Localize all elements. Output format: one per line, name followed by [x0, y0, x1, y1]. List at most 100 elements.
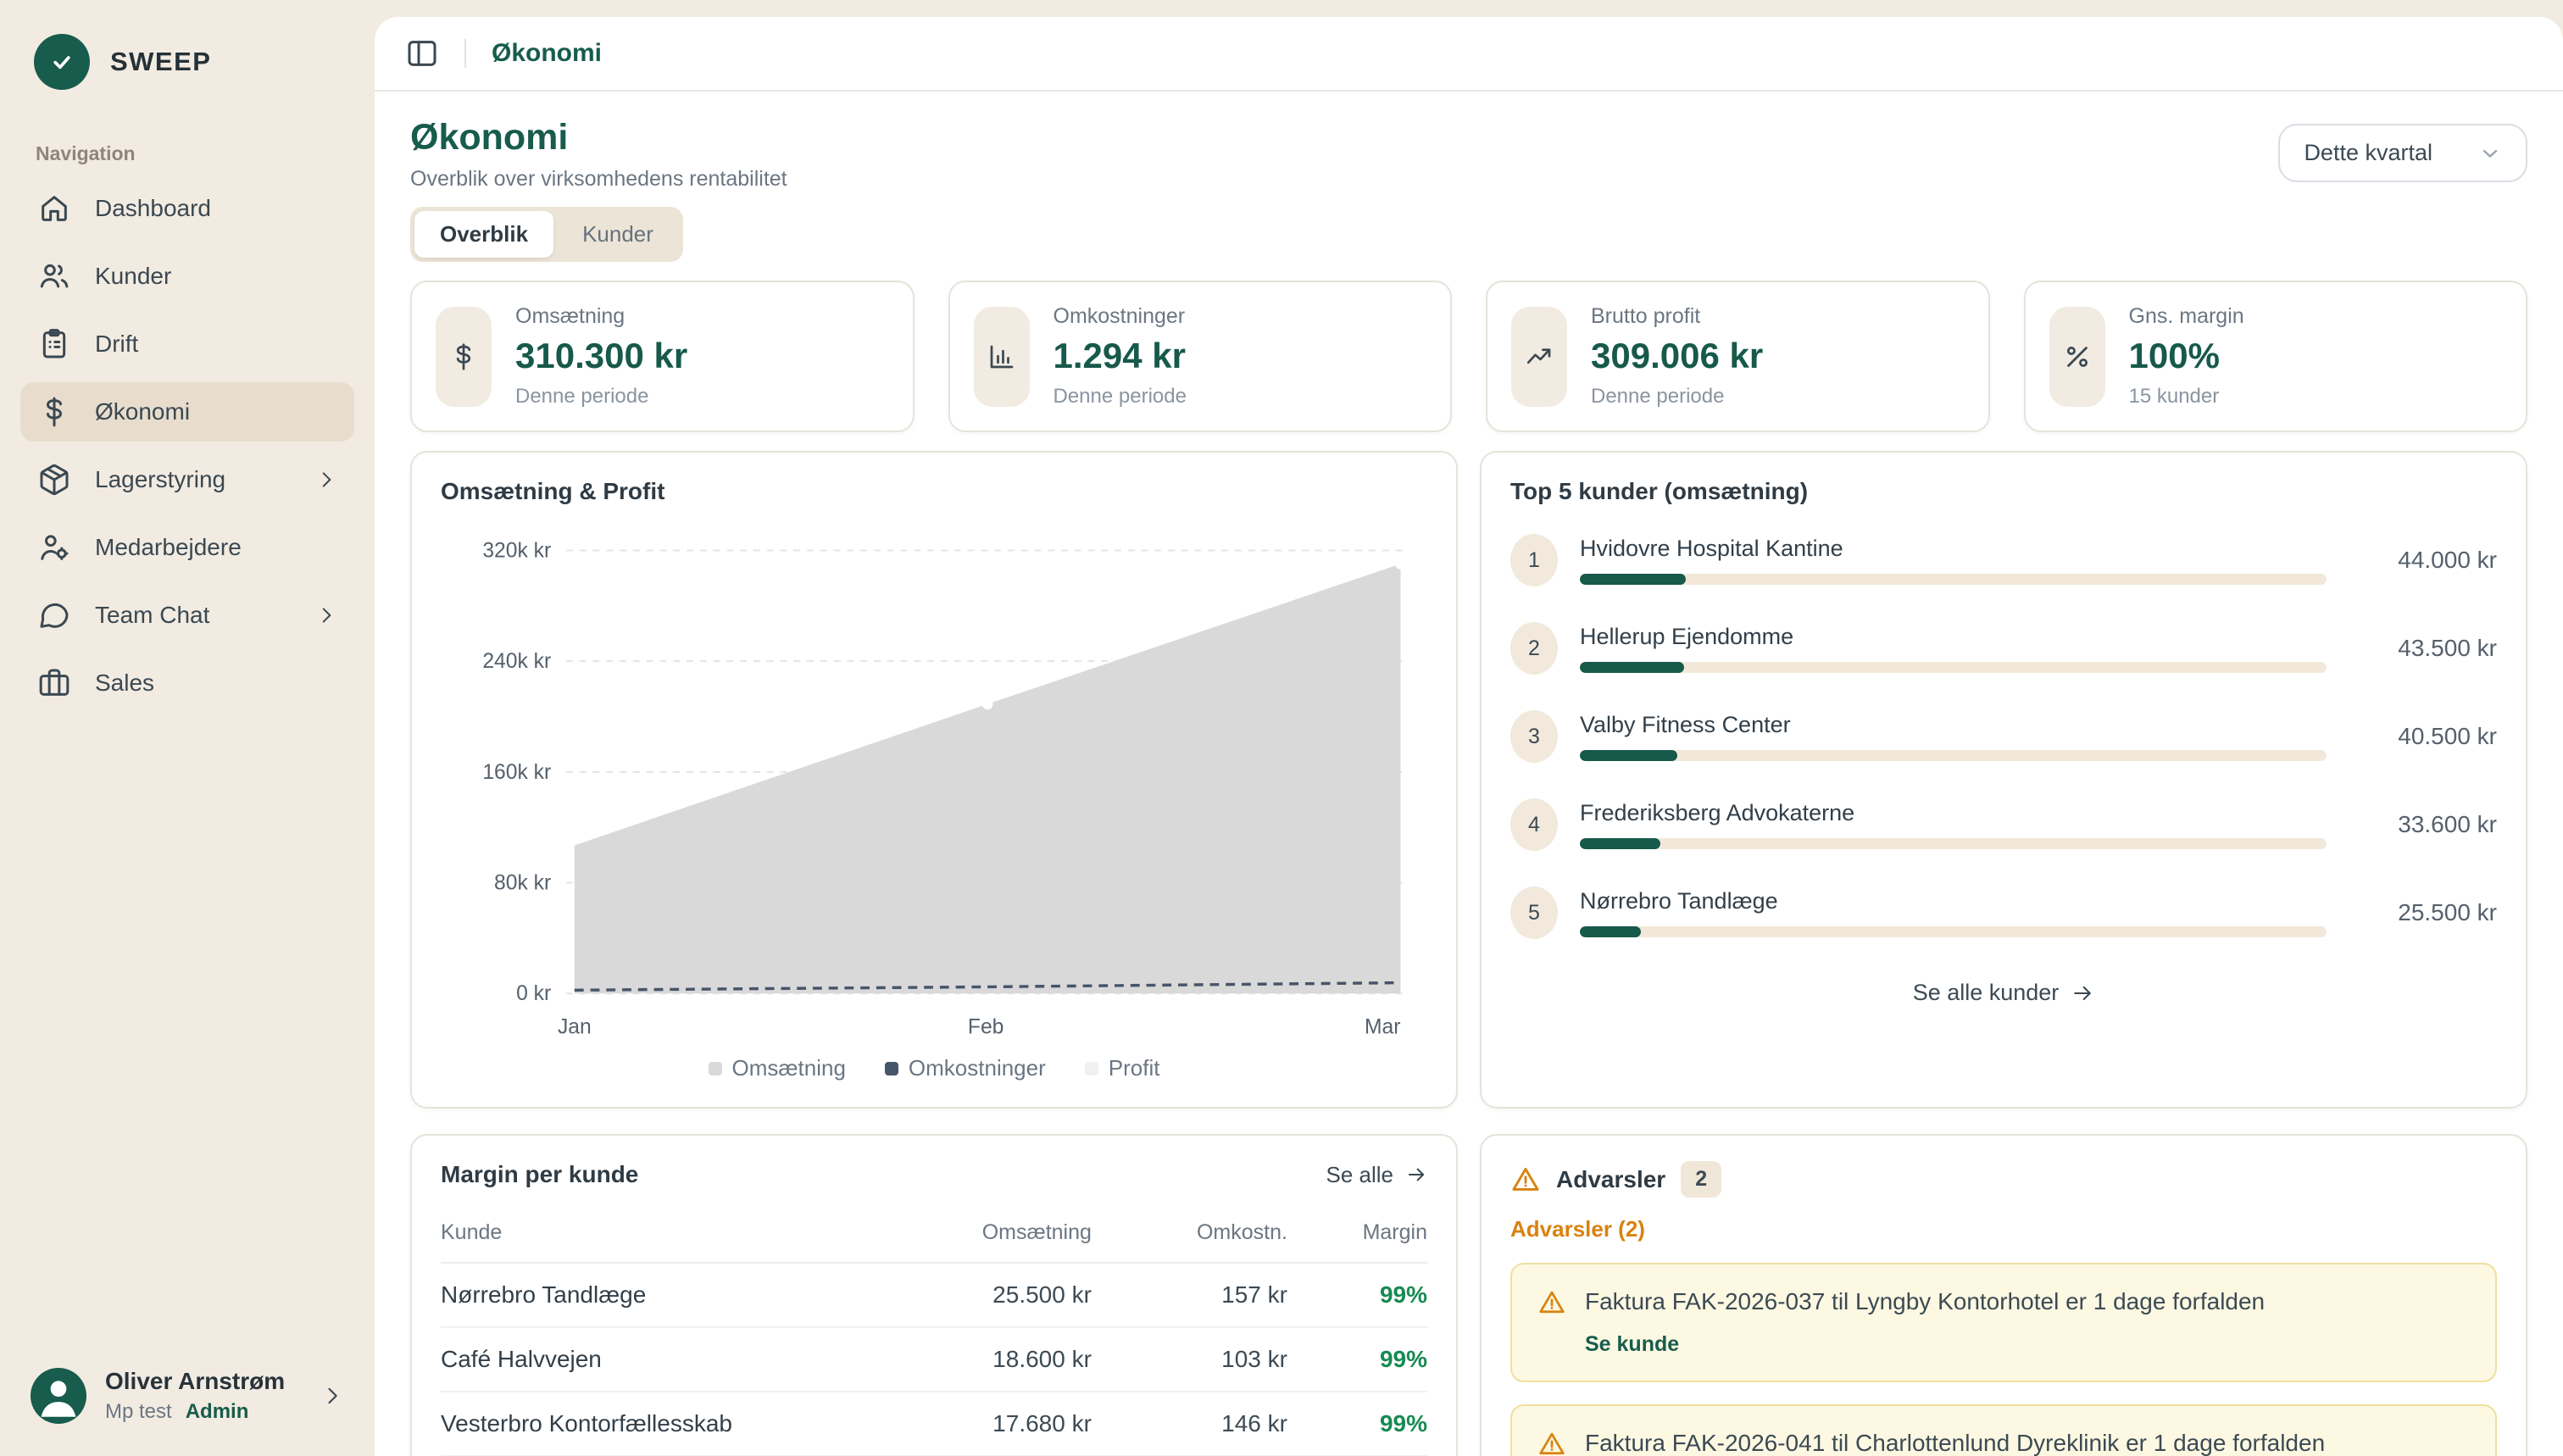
chevron-down-icon: [2478, 142, 2502, 165]
customer-value: 40.500 kr: [2349, 723, 2497, 750]
customer-value: 44.000 kr: [2349, 547, 2497, 574]
sidebar-item-label: Kunder: [95, 263, 171, 290]
legend-swatch: [709, 1062, 722, 1075]
customer-bar: [1580, 662, 2327, 673]
sidebar-item-sales[interactable]: Sales: [20, 653, 354, 713]
period-select-value: Dette kvartal: [2304, 140, 2432, 166]
sidebar-item-dashboard[interactable]: Dashboard: [20, 179, 354, 238]
alerts-subtitle: Advarsler (2): [1510, 1216, 2497, 1242]
data-point-mar: [1395, 559, 1406, 570]
sidebar-item-label: Dashboard: [95, 195, 211, 222]
margin-table: Kunde Omsætning Omkostn. Margin Nørrebro…: [441, 1214, 1427, 1456]
sidebar-item-label: Sales: [95, 670, 154, 697]
revenue-profit-chart-card: Omsætning & Profit: [410, 451, 1458, 1109]
brand-logo: SWEEP: [0, 0, 375, 119]
title-row: Økonomi Overblik over virksomhedens rent…: [410, 117, 2527, 192]
trending-up-icon: [1511, 307, 1567, 407]
customer-bar: [1580, 750, 2327, 761]
sidebar-item-label: Medarbejdere: [95, 534, 242, 561]
customer-name: Nørrebro Tandlæge: [1580, 888, 2327, 914]
sidebar-item-label: Lagerstyring: [95, 466, 225, 493]
sidebar-item-okonomi[interactable]: Økonomi: [20, 382, 354, 442]
kpi-footnote: Denne periode: [1591, 385, 1763, 408]
see-all-margins-label: Se alle: [1326, 1162, 1394, 1188]
main-area: Økonomi Økonomi Overblik over virksomhed…: [375, 0, 2563, 1456]
sidebar-item-label: Drift: [95, 331, 138, 358]
cell-omsaetning: 17.680 kr: [855, 1392, 1092, 1456]
sidebar-item-lagerstyring[interactable]: Lagerstyring: [20, 450, 354, 509]
cell-margin: 99%: [1287, 1392, 1427, 1456]
kpi-label: Omsætning: [515, 304, 687, 329]
x-tick: Mar: [1365, 1016, 1400, 1039]
sidebar-item-kunder[interactable]: Kunder: [20, 247, 354, 306]
sidebar-item-label: Økonomi: [95, 398, 190, 425]
kpi-label: Gns. margin: [2129, 304, 2244, 329]
user-name: Oliver Arnstrøm: [105, 1368, 302, 1395]
legend-label: Omkostninger: [909, 1055, 1046, 1081]
customer-value: 43.500 kr: [2349, 635, 2497, 662]
nav-section-label: Navigation: [0, 119, 375, 179]
sidebar-item-drift[interactable]: Drift: [20, 314, 354, 374]
alerts-card: Advarsler 2 Advarsler (2) Faktura FAK-20…: [1480, 1134, 2527, 1456]
sidebar-item-label: Team Chat: [95, 602, 209, 629]
kpi-value: 309.006 kr: [1591, 336, 1763, 376]
kpi-footnote: Denne periode: [1054, 385, 1187, 408]
customer-name: Hvidovre Hospital Kantine: [1580, 536, 2327, 562]
cell-kunde: Nørrebro Tandlæge: [441, 1263, 855, 1327]
y-tick: 80k kr: [494, 871, 551, 894]
kpi-gns-margin: Gns. margin 100% 15 kunder: [2024, 281, 2528, 432]
kpi-omsaetning: Omsætning 310.300 kr Denne periode: [410, 281, 915, 432]
sidebar: SWEEP Navigation Dashboard Kunder Drift: [0, 0, 375, 1456]
table-row: Nørrebro Tandlæge 25.500 kr 157 kr 99%: [441, 1263, 1427, 1327]
tab-overblik[interactable]: Overblik: [414, 211, 553, 258]
tab-kunder[interactable]: Kunder: [557, 211, 679, 258]
clipboard-icon: [37, 327, 71, 361]
margin-table-title: Margin per kunde: [441, 1161, 638, 1188]
topbar-title: Økonomi: [492, 39, 602, 68]
customer-name: Frederiksberg Advokaterne: [1580, 800, 2327, 826]
see-all-margins-link[interactable]: Se alle: [1326, 1162, 1428, 1188]
area-chart: 0 kr 80k kr 160k kr 240k kr 320k kr Jan …: [441, 517, 1427, 1043]
briefcase-icon: [37, 666, 71, 700]
customer-value: 33.600 kr: [2349, 811, 2497, 838]
customer-bar: [1580, 926, 2327, 937]
see-customer-link[interactable]: Se kunde: [1537, 1332, 2470, 1357]
sidebar-item-medarbejdere[interactable]: Medarbejdere: [20, 518, 354, 577]
user-profile[interactable]: Oliver Arnstrøm Mp test Admin: [0, 1342, 375, 1456]
y-tick: 240k kr: [482, 650, 551, 673]
customer-name: Hellerup Ejendomme: [1580, 624, 2327, 650]
table-row: Vesterbro Kontorfællesskab 17.680 kr 146…: [441, 1392, 1427, 1456]
chevron-right-icon: [320, 1384, 344, 1408]
legend-omsaetning: Omsætning: [709, 1055, 846, 1081]
sidebar-toggle-icon[interactable]: [405, 36, 439, 70]
customer-bar: [1580, 838, 2327, 849]
kpi-omkostninger: Omkostninger 1.294 kr Denne periode: [948, 281, 1453, 432]
chevron-right-icon: [315, 469, 337, 491]
bar-chart-icon: [974, 307, 1030, 407]
brand-logo-circle: [34, 34, 90, 90]
see-all-customers-link[interactable]: Se alle kunder: [1510, 980, 2497, 1006]
rank-badge: 2: [1510, 622, 1558, 675]
legend-swatch: [1085, 1062, 1098, 1075]
sidebar-item-team-chat[interactable]: Team Chat: [20, 586, 354, 645]
cell-omsaetning: 25.500 kr: [855, 1263, 1092, 1327]
col-margin: Margin: [1287, 1214, 1427, 1263]
arrow-right-icon: [1405, 1164, 1427, 1186]
col-kunde: Kunde: [441, 1214, 855, 1263]
rank-badge: 4: [1510, 798, 1558, 851]
top-customers-title: Top 5 kunder (omsætning): [1510, 478, 2497, 505]
omsaetning-area: [575, 564, 1401, 993]
legend-label: Omsætning: [732, 1055, 846, 1081]
warning-triangle-icon: [1537, 1430, 1566, 1456]
page-title: Økonomi: [410, 117, 787, 158]
see-all-customers-label: Se alle kunder: [1913, 980, 2060, 1006]
alerts-title: Advarsler: [1556, 1166, 1665, 1193]
kpi-value: 1.294 kr: [1054, 336, 1187, 376]
alerts-count-badge: 2: [1681, 1161, 1721, 1198]
customer-value: 25.500 kr: [2349, 899, 2497, 926]
cell-margin: 99%: [1287, 1263, 1427, 1327]
table-row: Café Halvvejen 18.600 kr 103 kr 99%: [441, 1327, 1427, 1392]
percent-icon: [2049, 307, 2105, 407]
period-select[interactable]: Dette kvartal: [2278, 124, 2527, 182]
mid-grid: Omsætning & Profit: [410, 451, 2527, 1109]
